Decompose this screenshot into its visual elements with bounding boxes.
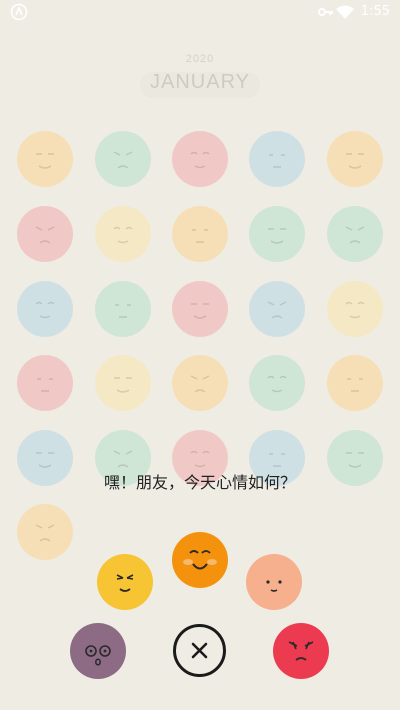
day-mood-icon: [17, 281, 73, 337]
day-mood-icon: [172, 206, 228, 262]
day-mood-icon: [327, 281, 383, 337]
day-mood-icon: [249, 131, 305, 187]
calendar-day[interactable]: [16, 354, 74, 412]
calendar-day[interactable]: [16, 205, 74, 263]
day-mood-icon: [17, 206, 73, 262]
calendar-day[interactable]: [171, 354, 229, 412]
cool-face-icon: [97, 554, 153, 610]
calendar-day[interactable]: [94, 205, 152, 263]
mood-angry-button[interactable]: [272, 622, 330, 680]
calendar-day[interactable]: [326, 205, 384, 263]
day-mood-icon: [172, 131, 228, 187]
calendar-day[interactable]: [248, 280, 306, 338]
mood-happy-button[interactable]: [171, 531, 229, 589]
calendar-day[interactable]: [326, 130, 384, 188]
dizzy-face-icon: [70, 623, 126, 679]
day-mood-icon: [95, 206, 151, 262]
calendar-day[interactable]: [248, 205, 306, 263]
calendar-day[interactable]: [326, 354, 384, 412]
calendar-day[interactable]: [171, 280, 229, 338]
calendar-day[interactable]: [326, 280, 384, 338]
close-x-icon: [191, 642, 208, 659]
day-mood-icon: [327, 355, 383, 411]
day-mood-icon: [327, 206, 383, 262]
calendar-day[interactable]: [16, 503, 74, 561]
mood-cool-button[interactable]: [96, 553, 154, 611]
calendar-day[interactable]: [94, 130, 152, 188]
calendar-grid: [0, 0, 400, 710]
day-mood-icon: [249, 355, 305, 411]
calendar-day[interactable]: [94, 354, 152, 412]
calendar-day[interactable]: [248, 130, 306, 188]
day-mood-icon: [95, 355, 151, 411]
day-mood-icon: [95, 281, 151, 337]
happy-face-icon: [172, 532, 228, 588]
day-mood-icon: [17, 355, 73, 411]
calendar-day[interactable]: [16, 130, 74, 188]
calendar-day[interactable]: [171, 205, 229, 263]
calendar-day[interactable]: [171, 130, 229, 188]
shy-face-icon: [246, 554, 302, 610]
day-mood-icon: [249, 281, 305, 337]
day-mood-icon: [172, 281, 228, 337]
day-mood-icon: [17, 504, 73, 560]
day-mood-icon: [172, 355, 228, 411]
calendar-day[interactable]: [94, 280, 152, 338]
close-button[interactable]: [173, 624, 226, 677]
mood-dizzy-button[interactable]: [69, 622, 127, 680]
calendar-day[interactable]: [16, 280, 74, 338]
mood-prompt: 嘿！朋友，今天心情如何？: [103, 473, 296, 492]
day-mood-icon: [249, 206, 305, 262]
day-mood-icon: [327, 131, 383, 187]
calendar-day[interactable]: [248, 354, 306, 412]
mood-shy-button[interactable]: [245, 553, 303, 611]
angry-face-icon: [273, 623, 329, 679]
day-mood-icon: [95, 131, 151, 187]
day-mood-icon: [17, 131, 73, 187]
